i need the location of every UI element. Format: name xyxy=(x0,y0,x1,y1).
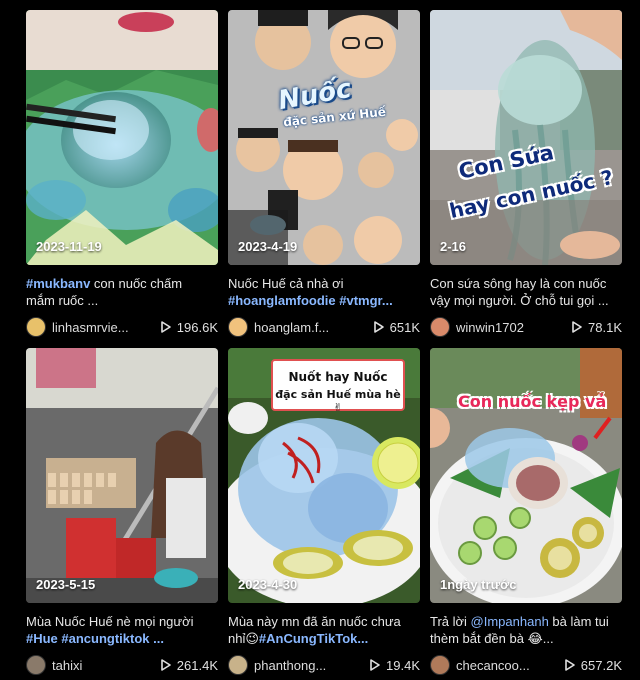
username-link[interactable]: phanthong... xyxy=(254,658,364,673)
view-count: 196.6K xyxy=(160,319,218,335)
video-card[interactable]: Con Sứa hay con nuốc ? 2-16 Con sứa sông… xyxy=(430,10,622,342)
video-thumbnail[interactable]: Nuốc đặc sản xứ Huế 2023-4-19 xyxy=(228,10,420,265)
video-meta: checancoo... 657.2K xyxy=(430,655,622,675)
play-icon xyxy=(160,321,171,333)
video-date: 2-16 xyxy=(440,239,467,254)
avatar[interactable] xyxy=(228,317,248,337)
view-count-value: 196.6K xyxy=(176,319,218,335)
thumbnail-image xyxy=(26,10,218,265)
video-caption: Con sứa sông hay là con nuốc vậy mọi ngư… xyxy=(430,275,622,309)
hashtag-link[interactable]: #hoanglamfoodie #vtmgr... xyxy=(228,293,393,308)
caption-text: Con sứa sông hay là con nuốc vậy mọi ngư… xyxy=(430,276,609,308)
video-caption: #mukbanv con nuốc chấm mắm ruốc ... xyxy=(26,275,218,309)
video-date: 2023-5-15 xyxy=(36,577,96,592)
avatar[interactable] xyxy=(26,317,46,337)
hashtag-link[interactable]: #AnCungTikTok... xyxy=(259,631,368,646)
username-link[interactable]: tahixi xyxy=(52,658,155,673)
thumbnail-image xyxy=(430,348,622,603)
video-grid: 2023-11-19 #mukbanv con nuốc chấm mắm ru… xyxy=(26,10,622,680)
video-card[interactable]: 2023-11-19 #mukbanv con nuốc chấm mắm ru… xyxy=(26,10,218,342)
thumbnail-image xyxy=(228,10,420,265)
view-count: 78.1K xyxy=(572,320,622,335)
video-date: 1ngày trước xyxy=(440,577,517,592)
video-caption: Mùa Nuốc Huế nè mọi người #Hue #ancungti… xyxy=(26,613,218,647)
avatar[interactable] xyxy=(228,655,248,675)
overlay-title: Con nuốc kẹp vả xyxy=(458,392,607,411)
view-count-value: 657.2K xyxy=(580,657,622,673)
video-date: 2023-11-19 xyxy=(36,239,102,254)
play-icon xyxy=(370,659,380,671)
username-link[interactable]: hoanglam.f... xyxy=(254,320,368,335)
view-count-value: 651K xyxy=(389,319,420,335)
video-thumbnail[interactable]: Con Sứa hay con nuốc ? 2-16 xyxy=(430,10,622,265)
thumbnail-image xyxy=(228,348,420,603)
view-count-value: 261.4K xyxy=(176,657,218,673)
video-thumbnail[interactable]: Con nuốc kẹp vả 1ngày trước xyxy=(430,348,622,603)
video-thumbnail[interactable]: Nuốt hay Nuốc đặc sản Huế mùa hè✌ 2023-4… xyxy=(228,348,420,603)
view-count-value: 78.1K xyxy=(588,319,622,335)
view-count: 19.4K xyxy=(370,658,420,673)
view-count: 651K xyxy=(373,319,420,335)
username-link[interactable]: winwin1702 xyxy=(456,320,566,335)
view-count-value: 19.4K xyxy=(386,657,420,673)
video-card[interactable]: Nuốt hay Nuốc đặc sản Huế mùa hè✌ 2023-4… xyxy=(228,348,420,680)
caption-prefix: Trả lời xyxy=(430,614,471,629)
view-count: 261.4K xyxy=(160,657,218,673)
hashtag-link[interactable]: #mukbanv xyxy=(26,276,90,291)
play-icon xyxy=(373,321,384,333)
video-thumbnail[interactable]: 2023-5-15 xyxy=(26,348,218,603)
video-date: 2023-4-30 xyxy=(238,577,298,592)
mention-link[interactable]: @Impanhanh xyxy=(471,614,549,629)
avatar[interactable] xyxy=(430,317,450,337)
thumbnail-image xyxy=(430,10,622,265)
video-card[interactable]: Con nuốc kẹp vả 1ngày trước Trả lời @Imp… xyxy=(430,348,622,680)
play-icon xyxy=(160,659,171,671)
video-card[interactable]: Nuốc đặc sản xứ Huế 2023-4-19 Nuốc Huế c… xyxy=(228,10,420,342)
video-thumbnail[interactable]: 2023-11-19 xyxy=(26,10,218,265)
play-icon xyxy=(564,659,575,671)
username-link[interactable]: linhasmrvie... xyxy=(52,320,155,335)
video-caption: Trả lời @Impanhanh bà làm tui thèm bắt đ… xyxy=(430,613,622,647)
video-meta: linhasmrvie... 196.6K xyxy=(26,317,218,337)
video-caption: Mùa này mn đã ăn nuốc chưa nhỉ😉#AnCungTi… xyxy=(228,613,420,647)
video-meta: phanthong... 19.4K xyxy=(228,655,420,675)
video-caption: Nuốc Huế cả nhà ơi #hoanglamfoodie #vtmg… xyxy=(228,275,420,309)
video-meta: tahixi 261.4K xyxy=(26,655,218,675)
avatar[interactable] xyxy=(26,655,46,675)
video-meta: hoanglam.f... 651K xyxy=(228,317,420,337)
overlay-line-1: Nuốt hay Nuốc xyxy=(288,370,388,384)
play-icon xyxy=(572,321,582,333)
thumbnail-image xyxy=(26,348,218,603)
caption-text: Mùa Nuốc Huế nè mọi người xyxy=(26,614,194,629)
hashtag-link[interactable]: #Hue #ancungtiktok ... xyxy=(26,631,164,646)
video-meta: winwin1702 78.1K xyxy=(430,317,622,337)
avatar[interactable] xyxy=(430,655,450,675)
username-link[interactable]: checancoo... xyxy=(456,658,559,673)
overlay-line-2: đặc sản Huế mùa hè✌ xyxy=(275,388,401,414)
video-date: 2023-4-19 xyxy=(238,239,298,254)
video-card[interactable]: 2023-5-15 Mùa Nuốc Huế nè mọi người #Hue… xyxy=(26,348,218,680)
view-count: 657.2K xyxy=(564,657,622,673)
caption-text: Nuốc Huế cả nhà ơi xyxy=(228,276,344,291)
